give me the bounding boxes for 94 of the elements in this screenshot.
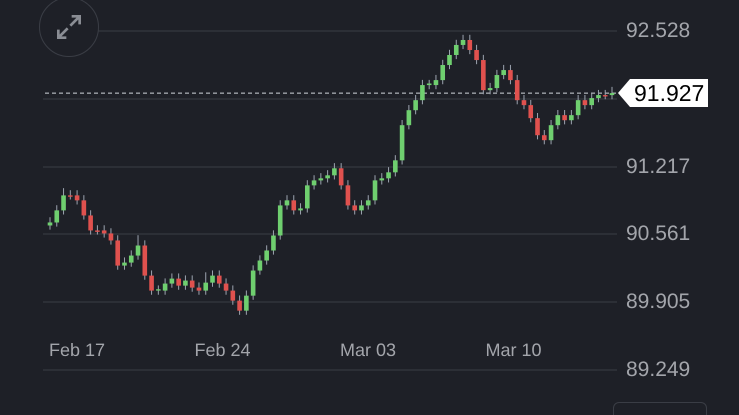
- candle: [366, 194, 371, 210]
- candle: [136, 234, 140, 260]
- candle: [176, 272, 181, 290]
- candle: [460, 34, 466, 50]
- candle: [582, 94, 588, 110]
- candle: [454, 39, 459, 60]
- tag-pointer-icon: [618, 79, 630, 108]
- candle: [562, 109, 567, 125]
- candle: [88, 210, 93, 236]
- candle: [305, 180, 310, 214]
- candle: [224, 278, 228, 296]
- candle: [210, 270, 215, 288]
- candle: [149, 270, 154, 296]
- candle: [325, 170, 330, 183]
- candle: [82, 194, 86, 220]
- candle: [190, 274, 194, 292]
- candle: [501, 64, 506, 80]
- candle: [610, 86, 614, 100]
- price-label: 89.249: [626, 359, 690, 380]
- candle: [468, 34, 472, 55]
- candle: [95, 224, 100, 236]
- candle: [108, 228, 114, 246]
- candle: [122, 256, 127, 270]
- candle: [244, 290, 249, 316]
- candle: [440, 59, 446, 85]
- candle: [250, 264, 256, 300]
- candle: [420, 79, 425, 105]
- candle: [74, 190, 80, 205]
- candle: [481, 54, 486, 95]
- candle: [426, 79, 432, 90]
- candle: [522, 94, 526, 110]
- candle: [474, 44, 479, 65]
- candle: [115, 234, 120, 270]
- candle: [54, 204, 60, 228]
- candle: [372, 174, 378, 205]
- candle: [338, 162, 344, 190]
- candle: [386, 166, 391, 183]
- candle: [556, 109, 560, 130]
- candle: [332, 162, 337, 180]
- candle: [508, 64, 513, 85]
- date-label: Feb 24: [194, 341, 251, 359]
- candle: [237, 294, 242, 316]
- candle: [542, 130, 547, 145]
- candle: [514, 74, 520, 105]
- candle: [258, 254, 262, 276]
- candle: [413, 94, 418, 115]
- candle: [61, 188, 66, 215]
- date-label: Mar 03: [340, 341, 396, 359]
- candle: [196, 282, 202, 296]
- candle: [183, 274, 188, 290]
- candle: [318, 172, 324, 186]
- candle: [447, 49, 452, 70]
- date-label: Mar 10: [486, 341, 542, 359]
- candle: [346, 180, 350, 210]
- candle: [298, 202, 303, 215]
- candle: [230, 284, 236, 306]
- price-label: 92.528: [626, 20, 690, 41]
- candle: [203, 272, 208, 296]
- candle: [488, 82, 492, 95]
- candle: [271, 230, 276, 256]
- candle: [68, 190, 73, 200]
- candle: [569, 109, 574, 125]
- candle: [278, 200, 283, 240]
- price-label: 90.561: [626, 223, 690, 244]
- candle: [359, 200, 364, 215]
- candle: [548, 120, 554, 145]
- candle: [393, 154, 398, 177]
- candle: [589, 92, 594, 110]
- candle: [576, 94, 580, 120]
- candle: [284, 194, 290, 210]
- candle: [162, 278, 168, 296]
- candle: [312, 174, 316, 190]
- candle: [400, 120, 404, 165]
- candle: [48, 216, 52, 230]
- candle: [156, 284, 161, 296]
- candle: [291, 194, 296, 215]
- candle: [352, 200, 357, 215]
- price-label: 89.905: [626, 291, 690, 312]
- candle: [602, 89, 608, 100]
- candle: [528, 99, 534, 123]
- candle: [596, 89, 601, 103]
- candle: [170, 272, 174, 288]
- candle: [406, 104, 412, 130]
- candle: [379, 172, 384, 186]
- candle: [142, 240, 148, 280]
- date-label: Feb 17: [49, 341, 106, 359]
- candle: [264, 244, 269, 266]
- candle: [434, 74, 438, 90]
- price-label: 91.217: [626, 156, 690, 177]
- candle: [535, 112, 540, 140]
- candle: [128, 250, 134, 268]
- candle: [216, 270, 222, 288]
- candle: [102, 224, 106, 238]
- candle: [494, 69, 500, 93]
